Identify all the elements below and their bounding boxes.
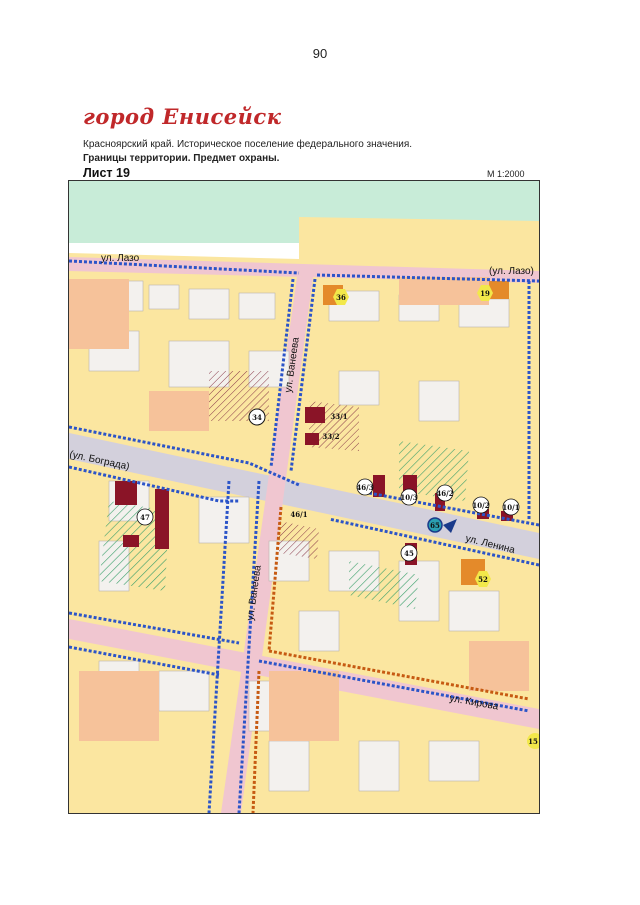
orange-building-19 — [489, 281, 509, 299]
document-subtitle: Красноярский край. Историческое поселени… — [83, 139, 413, 150]
marker-33-2: 33/2 — [322, 432, 339, 441]
marker-15: 15 — [528, 737, 538, 746]
marker-33-1: 33/1 — [330, 412, 347, 421]
marker-65: 65 — [430, 521, 440, 530]
marker-47: 47 — [140, 513, 150, 522]
marker-45: 45 — [404, 549, 414, 558]
marker-10-2: 10/2 — [472, 501, 489, 510]
marker-19: 19 — [480, 289, 490, 298]
map-canvas[interactable]: ул. Лазо (ул. Лазо) (ул. Бограда) ул. Ва… — [69, 181, 539, 813]
sheet-label: Лист 19 — [83, 166, 130, 180]
marker-10-3: 10/3 — [400, 493, 417, 502]
document-title: город Енисейск — [83, 104, 282, 129]
street-label-lazo: ул. Лазо — [101, 253, 140, 264]
street-label-lazo-right: (ул. Лазо) — [489, 266, 534, 277]
marker-52: 52 — [478, 575, 488, 584]
marker-36: 36 — [336, 293, 346, 302]
map-frame[interactable]: ул. Лазо (ул. Лазо) (ул. Бограда) ул. Ва… — [68, 180, 540, 814]
marker-46-1: 46/1 — [290, 510, 307, 519]
scale-label: М 1:2000 — [487, 169, 525, 179]
marker-34: 34 — [252, 413, 262, 422]
document-subtitle-bold: Границы территории. Предмет охраны. — [83, 153, 280, 164]
marker-46-2: 46/2 — [436, 489, 453, 498]
page-number: 90 — [312, 46, 328, 61]
marker-10-1: 10/1 — [502, 503, 519, 512]
marker-46-3: 46/3 — [356, 483, 373, 492]
